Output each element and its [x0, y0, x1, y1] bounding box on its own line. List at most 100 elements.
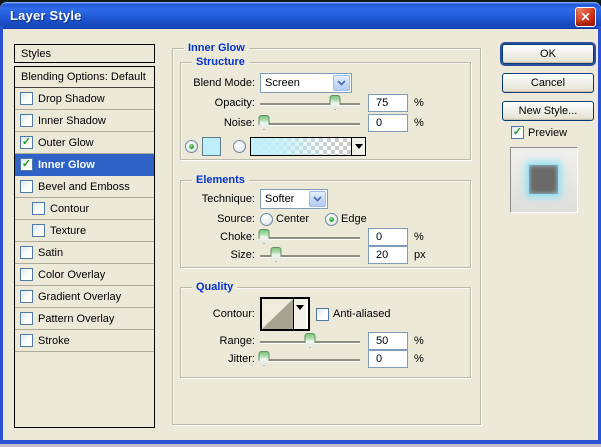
- sidebar-item-stroke[interactable]: Stroke: [15, 330, 154, 352]
- opacity-input[interactable]: [368, 94, 408, 112]
- source-center-radio[interactable]: [260, 213, 273, 226]
- jitter-slider[interactable]: [260, 351, 360, 367]
- jitter-row: Jitter: %: [189, 349, 466, 369]
- window-title: Layer Style: [10, 8, 82, 23]
- title-bar[interactable]: Layer Style ✕: [0, 2, 601, 29]
- noise-slider[interactable]: [260, 115, 360, 131]
- ok-button[interactable]: OK: [502, 44, 594, 64]
- checkbox[interactable]: [20, 312, 33, 325]
- cancel-button-label: Cancel: [531, 77, 565, 89]
- source-edge-radio[interactable]: [325, 213, 338, 226]
- sidebar-item-gradient-overlay[interactable]: Gradient Overlay: [15, 286, 154, 308]
- contour-row: Contour: Anti-aliased: [189, 297, 466, 331]
- cancel-button[interactable]: Cancel: [502, 73, 594, 93]
- sidebar-item-label: Color Overlay: [38, 269, 105, 281]
- size-slider[interactable]: [260, 247, 360, 263]
- slider-thumb[interactable]: [271, 247, 282, 262]
- gradient-radio[interactable]: [233, 140, 246, 153]
- sidebar-item-contour[interactable]: Contour: [15, 198, 154, 220]
- sidebar-item-inner-glow[interactable]: ✓Inner Glow: [15, 154, 154, 176]
- close-button[interactable]: ✕: [575, 7, 596, 27]
- sidebar-items: Drop ShadowInner Shadow✓Outer Glow✓Inner…: [15, 88, 154, 352]
- slider-thumb[interactable]: [259, 351, 270, 366]
- ok-button-label: OK: [540, 48, 556, 60]
- gradient-preview[interactable]: [251, 138, 351, 155]
- checkbox[interactable]: [20, 268, 33, 281]
- sidebar-item-color-overlay[interactable]: Color Overlay: [15, 264, 154, 286]
- sidebar-item-inner-shadow[interactable]: Inner Shadow: [15, 110, 154, 132]
- sidebar-item-label: Contour: [50, 203, 89, 215]
- checkbox[interactable]: ✓: [20, 158, 33, 171]
- preview-checkbox[interactable]: ✓: [511, 126, 524, 139]
- anti-aliased-label: Anti-aliased: [333, 308, 390, 320]
- jitter-label: Jitter:: [189, 353, 255, 365]
- source-label: Source:: [189, 213, 255, 225]
- size-input[interactable]: [368, 246, 408, 264]
- slider-track[interactable]: [260, 237, 360, 239]
- size-label: Size:: [189, 249, 255, 261]
- anti-aliased-checkbox[interactable]: [316, 308, 329, 321]
- noise-unit: %: [414, 117, 424, 129]
- noise-input[interactable]: [368, 114, 408, 132]
- screen: Layer Style ✕ Styles Blending Options: D…: [0, 0, 601, 447]
- contour-dropdown-button[interactable]: [293, 299, 306, 329]
- technique-select[interactable]: Softer: [260, 189, 328, 209]
- range-row: Range: %: [189, 331, 466, 351]
- range-slider[interactable]: [260, 333, 360, 349]
- choke-input[interactable]: [368, 228, 408, 246]
- sidebar-item-outer-glow[interactable]: ✓Outer Glow: [15, 132, 154, 154]
- slider-thumb[interactable]: [330, 95, 341, 110]
- sidebar-item-drop-shadow[interactable]: Drop Shadow: [15, 88, 154, 110]
- chevron-down-icon[interactable]: [309, 191, 326, 207]
- solid-color-radio[interactable]: [185, 140, 198, 153]
- slider-thumb[interactable]: [259, 229, 270, 244]
- sidebar-item-texture[interactable]: Texture: [15, 220, 154, 242]
- preview-glow-square: [528, 164, 559, 195]
- choke-row: Choke: %: [189, 227, 466, 247]
- range-unit: %: [414, 335, 424, 347]
- slider-track[interactable]: [260, 123, 360, 125]
- checkbox[interactable]: [20, 246, 33, 259]
- checkbox[interactable]: ✓: [20, 136, 33, 149]
- checkbox[interactable]: [20, 290, 33, 303]
- checkbox[interactable]: [20, 114, 33, 127]
- choke-slider[interactable]: [260, 229, 360, 245]
- sidebar-styles-list: Blending Options: Default Drop ShadowInn…: [14, 66, 155, 428]
- checkbox[interactable]: [20, 92, 33, 105]
- range-input[interactable]: [368, 332, 408, 350]
- chevron-down-icon[interactable]: [333, 75, 350, 91]
- section-title-elements: Elements: [192, 174, 249, 186]
- slider-track[interactable]: [260, 103, 360, 105]
- gradient-picker[interactable]: [250, 137, 366, 156]
- new-style-button[interactable]: New Style...: [502, 101, 594, 121]
- glow-color-swatch[interactable]: [202, 137, 221, 156]
- sidebar-item-blending-options[interactable]: Blending Options: Default: [15, 67, 154, 88]
- contour-thumbnail[interactable]: [262, 299, 293, 329]
- sidebar-item-satin[interactable]: Satin: [15, 242, 154, 264]
- preview-toggle[interactable]: ✓ Preview: [511, 126, 567, 139]
- choke-label: Choke:: [189, 231, 255, 243]
- opacity-label: Opacity:: [189, 97, 255, 109]
- sidebar-item-label: Stroke: [38, 335, 70, 347]
- sidebar-item-pattern-overlay[interactable]: Pattern Overlay: [15, 308, 154, 330]
- slider-track[interactable]: [260, 359, 360, 361]
- blend-mode-select[interactable]: Screen: [260, 73, 352, 93]
- gradient-dropdown-button[interactable]: [351, 138, 365, 155]
- chevron-down-icon: [355, 144, 363, 149]
- sidebar-item-bevel-and-emboss[interactable]: Bevel and Emboss: [15, 176, 154, 198]
- opacity-slider[interactable]: [260, 95, 360, 111]
- source-edge-label: Edge: [341, 213, 367, 225]
- elements-group: Elements Technique: Softer Source: Cente…: [180, 180, 471, 268]
- quality-group: Quality Contour: Anti-aliased: [180, 287, 471, 378]
- sidebar-styles-header[interactable]: Styles: [14, 44, 155, 63]
- checkbox[interactable]: [32, 224, 45, 237]
- sidebar-item-label: Pattern Overlay: [38, 313, 114, 325]
- checkbox[interactable]: [20, 334, 33, 347]
- slider-thumb[interactable]: [305, 333, 316, 348]
- checkbox[interactable]: [32, 202, 45, 215]
- jitter-input[interactable]: [368, 350, 408, 368]
- glow-color-row: [185, 135, 466, 157]
- checkbox[interactable]: [20, 180, 33, 193]
- contour-picker[interactable]: [260, 297, 310, 331]
- slider-thumb[interactable]: [259, 115, 270, 130]
